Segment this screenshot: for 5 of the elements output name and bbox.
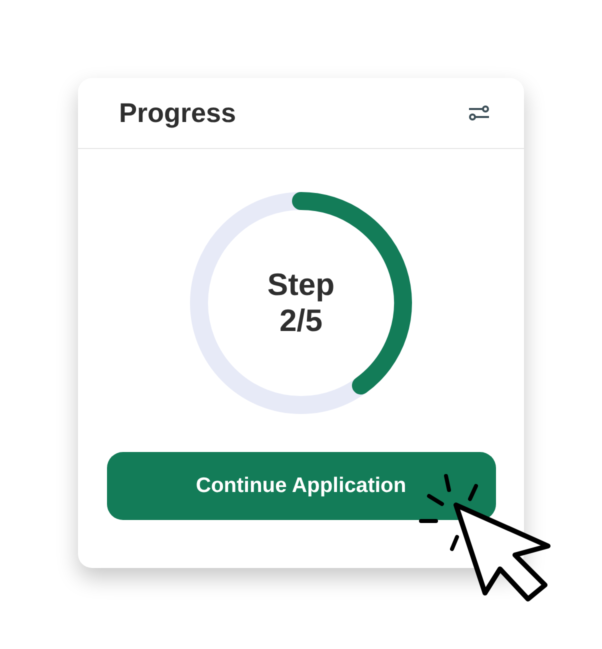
continue-button[interactable]: Continue Application <box>106 452 496 520</box>
card-title: Progress <box>119 98 236 128</box>
settings-icon[interactable] <box>468 105 490 121</box>
step-count: 2/5 <box>279 303 323 339</box>
step-label: Step <box>267 267 335 303</box>
